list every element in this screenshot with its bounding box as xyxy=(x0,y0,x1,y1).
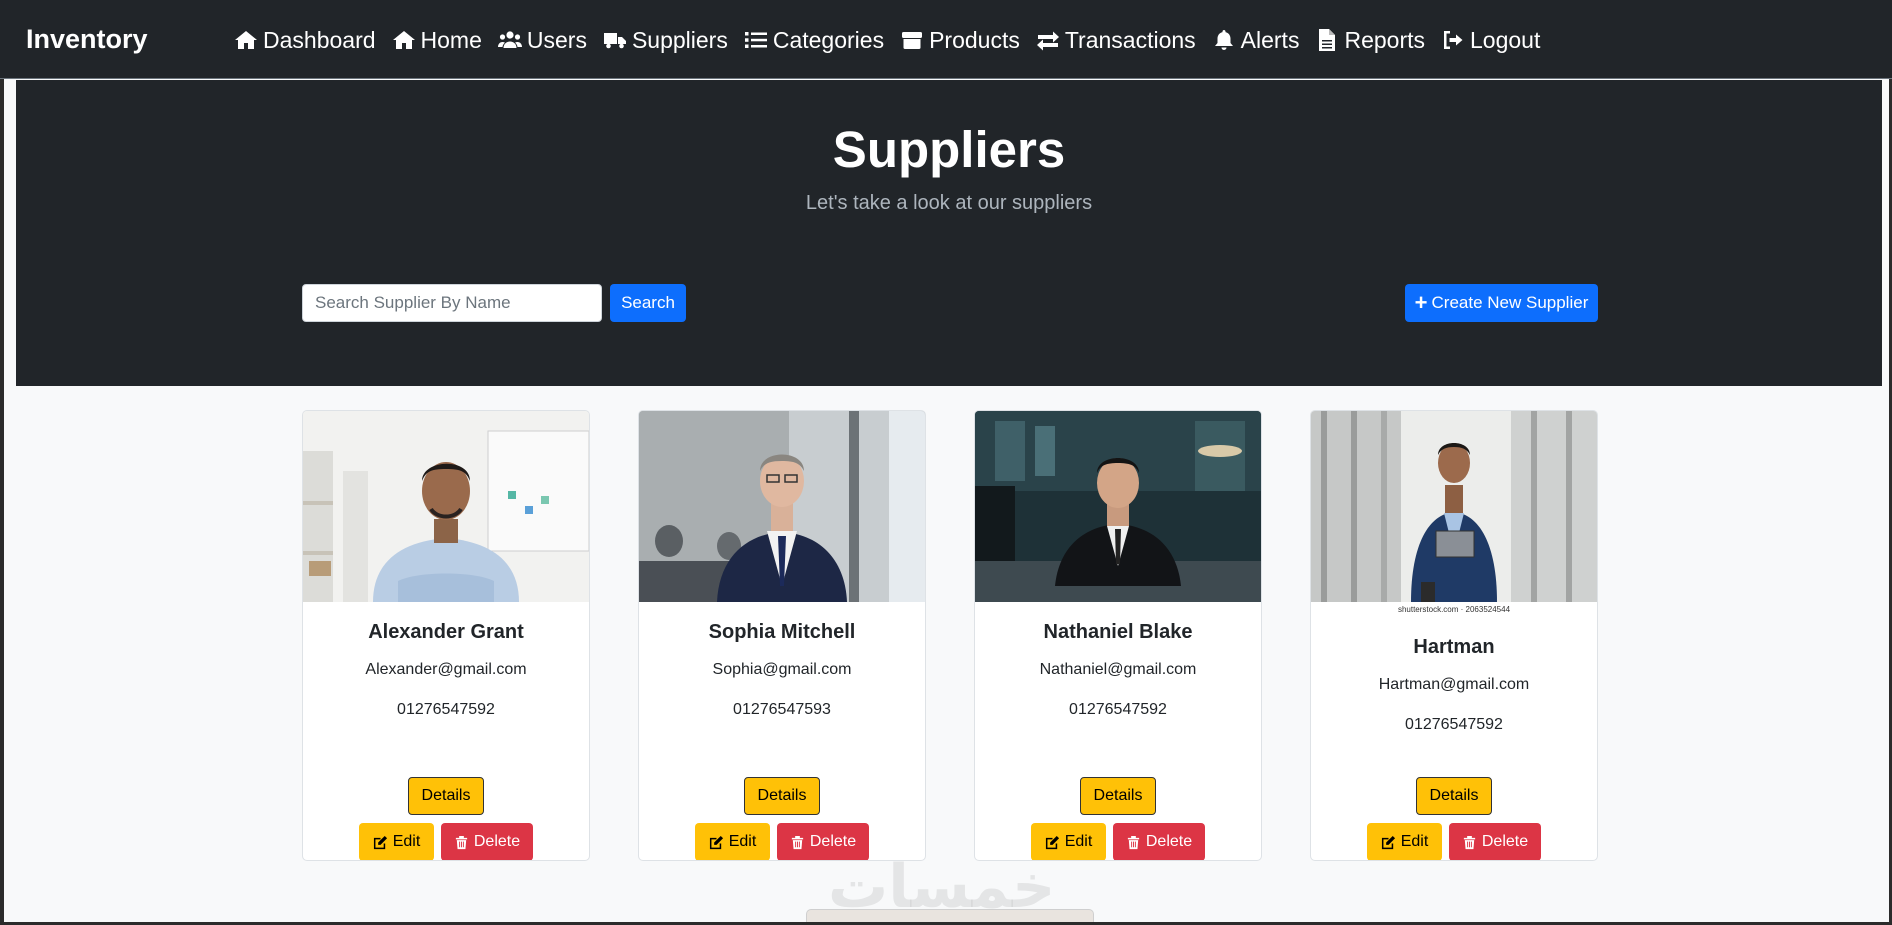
nav-item-label: Reports xyxy=(1344,26,1425,53)
supplier-photo xyxy=(975,411,1261,602)
plus-icon: + xyxy=(1414,290,1428,315)
nav-item-alerts[interactable]: Alerts xyxy=(1212,26,1300,54)
details-button[interactable]: Details xyxy=(744,777,820,815)
details-button[interactable]: Details xyxy=(1416,777,1492,815)
nav-item-label: Users xyxy=(526,26,587,53)
search-input[interactable] xyxy=(302,284,602,322)
supplier-phone: 01276547593 xyxy=(733,701,831,718)
create-supplier-button[interactable]: + Create New Supplier xyxy=(1405,284,1598,322)
supplier-name: Nathaniel Blake xyxy=(1043,621,1193,643)
nav-item-label: Categories xyxy=(772,26,885,53)
supplier-card: shutterstock.com · 2063524544 Hartman Ha… xyxy=(1310,410,1598,861)
top-navbar: Inventory Dashboard Home Users Suppliers… xyxy=(0,0,1892,79)
brand-logo[interactable]: Inventory xyxy=(26,24,148,55)
delete-button[interactable]: Delete xyxy=(441,823,533,860)
nav-item-label: Dashboard xyxy=(263,26,376,53)
nav-item-label: Alerts xyxy=(1240,26,1300,53)
nav-item-categories[interactable]: Categories xyxy=(744,27,884,54)
details-button[interactable]: Details xyxy=(1080,777,1156,815)
users-icon xyxy=(497,31,522,48)
supplier-email: Hartman@gmail.com xyxy=(1378,676,1530,693)
supplier-phone: 01276547592 xyxy=(1405,716,1503,733)
supplier-phone: 01276547592 xyxy=(397,701,495,718)
supplier-photo xyxy=(1311,411,1597,602)
nav-item-label: Home xyxy=(420,26,482,53)
trash-icon xyxy=(1463,835,1475,849)
edit-label: Edit xyxy=(392,833,421,850)
edit-label: Edit xyxy=(728,833,757,850)
supplier-email: Alexander@gmail.com xyxy=(365,661,527,678)
delete-label: Delete xyxy=(809,833,857,850)
edit-icon xyxy=(1381,835,1395,849)
edit-icon xyxy=(709,835,723,849)
logout-icon xyxy=(1444,31,1463,49)
edit-button[interactable]: Edit xyxy=(359,823,434,860)
details-button[interactable]: Details xyxy=(408,777,484,815)
trash-icon xyxy=(791,835,803,849)
search-button[interactable]: Search xyxy=(610,284,686,322)
box-icon xyxy=(902,32,923,49)
page-subtitle: Let's take a look at our suppliers xyxy=(805,192,1093,214)
truck-icon xyxy=(603,33,626,49)
edit-label: Edit xyxy=(1400,833,1429,850)
supplier-photo xyxy=(303,411,589,602)
delete-label: Delete xyxy=(1145,833,1193,850)
create-supplier-label: Create New Supplier xyxy=(1431,293,1589,312)
nav-item-label: Transactions xyxy=(1064,26,1196,53)
edit-label: Edit xyxy=(1064,833,1093,850)
hero-banner: Suppliers Let's take a look at our suppl… xyxy=(16,80,1882,386)
nav-item-label: Logout xyxy=(1470,26,1541,53)
home-icon xyxy=(235,31,257,49)
nav-item-users[interactable]: Users xyxy=(497,26,587,54)
nav-item-transactions[interactable]: Transactions xyxy=(1036,27,1196,54)
supplier-email: Nathaniel@gmail.com xyxy=(1039,661,1197,678)
page-title: Suppliers xyxy=(832,121,1066,178)
supplier-photo xyxy=(639,411,925,602)
nav-item-label: Products xyxy=(929,26,1020,53)
supplier-email: Sophia@gmail.com xyxy=(712,661,852,678)
edit-icon xyxy=(1045,835,1059,849)
nav-item-products[interactable]: Products xyxy=(900,27,1020,54)
trash-icon xyxy=(455,835,467,849)
bell-icon xyxy=(1214,30,1233,50)
list-icon xyxy=(744,32,767,48)
nav-item-suppliers[interactable]: Suppliers xyxy=(603,27,728,54)
nav-menu: Dashboard Home Users Suppliers Categorie… xyxy=(234,22,1556,58)
supplier-name: Alexander Grant xyxy=(368,621,524,643)
supplier-phone: 01276547592 xyxy=(1069,701,1167,718)
delete-button[interactable]: Delete xyxy=(1113,823,1205,860)
supplier-name: Sophia Mitchell xyxy=(708,621,856,643)
edit-button[interactable]: Edit xyxy=(1367,823,1442,860)
delete-label: Delete xyxy=(1481,833,1529,850)
delete-label: Delete xyxy=(473,833,521,850)
window-frame-left xyxy=(0,79,4,925)
file-icon xyxy=(1319,29,1336,51)
edit-icon xyxy=(373,835,387,849)
delete-button[interactable]: Delete xyxy=(1449,823,1541,860)
nav-item-home[interactable]: Home xyxy=(392,27,482,54)
exchange-icon xyxy=(1036,31,1059,51)
nav-item-label: Suppliers xyxy=(631,26,728,53)
home-icon xyxy=(392,31,415,49)
trash-icon xyxy=(1127,835,1139,849)
nav-item-reports[interactable]: Reports xyxy=(1315,27,1425,54)
supplier-card: Nathaniel Blake Nathaniel@gmail.com 0127… xyxy=(974,410,1262,861)
nav-item-logout[interactable]: Logout xyxy=(1441,27,1540,54)
supplier-card: Alexander Grant Alexander@gmail.com 0127… xyxy=(302,410,590,861)
edit-button[interactable]: Edit xyxy=(695,823,770,860)
photo-credit: shutterstock.com · 2063524544 xyxy=(1397,605,1511,614)
nav-item-dashboard[interactable]: Dashboard xyxy=(234,27,376,54)
supplier-name: Hartman xyxy=(1413,636,1495,658)
supplier-card: Sophia Mitchell Sophia@gmail.com 0127654… xyxy=(638,410,926,861)
